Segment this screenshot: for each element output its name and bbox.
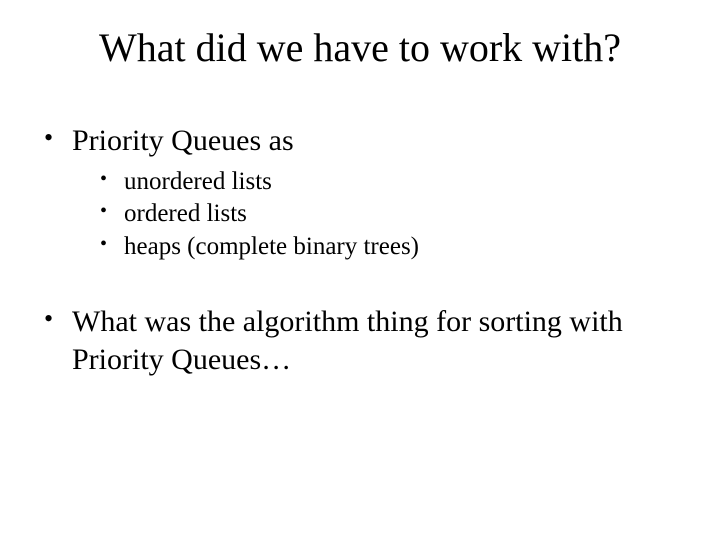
slide-title: What did we have to work with? <box>0 24 720 71</box>
sub-bullet-text: heaps (complete binary trees) <box>124 233 419 260</box>
sub-bullet-item: unordered lists <box>90 166 684 199</box>
bullet-list-level1: Priority Queues as unordered lists order… <box>36 122 684 263</box>
sub-bullet-text: unordered lists <box>124 168 272 195</box>
bullet-item: What was the algorithm thing for sorting… <box>36 303 684 378</box>
bullet-item: Priority Queues as unordered lists order… <box>36 122 684 263</box>
bullet-list-level2: unordered lists ordered lists heaps (com… <box>72 166 684 264</box>
spacer <box>36 269 684 303</box>
bullet-list-level1: What was the algorithm thing for sorting… <box>36 303 684 378</box>
sub-bullet-text: ordered lists <box>124 200 247 227</box>
sub-bullet-item: ordered lists <box>90 198 684 231</box>
slide: What did we have to work with? Priority … <box>0 0 720 540</box>
bullet-text: Priority Queues as <box>72 124 294 157</box>
slide-body: Priority Queues as unordered lists order… <box>36 122 684 384</box>
sub-bullet-item: heaps (complete binary trees) <box>90 231 684 264</box>
bullet-text: What was the algorithm thing for sorting… <box>72 305 623 376</box>
